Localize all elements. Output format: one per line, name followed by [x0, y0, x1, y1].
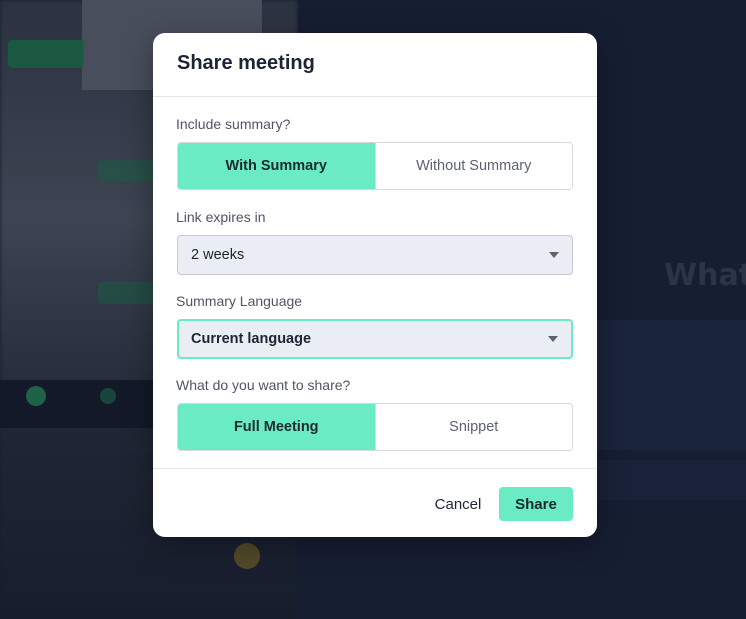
dialog-header: Share meeting — [153, 33, 597, 97]
dialog-footer: Cancel Share — [153, 468, 597, 537]
link-expires-label: Link expires in — [176, 209, 266, 225]
link-expiry-select[interactable]: 2 weeks — [177, 235, 573, 275]
share-scope-toggle: Full Meeting Snippet — [177, 403, 573, 451]
summary-language-select[interactable]: Current language — [177, 319, 573, 359]
with-summary-option[interactable]: With Summary — [178, 143, 375, 189]
snippet-option[interactable]: Snippet — [374, 404, 572, 450]
cancel-button[interactable]: Cancel — [425, 487, 491, 521]
summary-language-value: Current language — [191, 331, 312, 347]
share-meeting-dialog: Share meeting Include summary? With Summ… — [153, 33, 597, 537]
full-meeting-option[interactable]: Full Meeting — [178, 404, 375, 450]
link-expiry-value: 2 weeks — [191, 247, 245, 263]
share-button[interactable]: Share — [499, 487, 573, 521]
without-summary-option[interactable]: Without Summary — [374, 143, 572, 189]
dialog-title: Share meeting — [177, 52, 315, 74]
chevron-down-icon — [549, 252, 559, 258]
share-scope-label: What do you want to share? — [176, 377, 351, 393]
include-summary-label: Include summary? — [176, 116, 291, 132]
summary-language-label: Summary Language — [176, 293, 303, 309]
chevron-down-icon — [548, 336, 558, 342]
summary-toggle: With Summary Without Summary — [177, 142, 573, 190]
